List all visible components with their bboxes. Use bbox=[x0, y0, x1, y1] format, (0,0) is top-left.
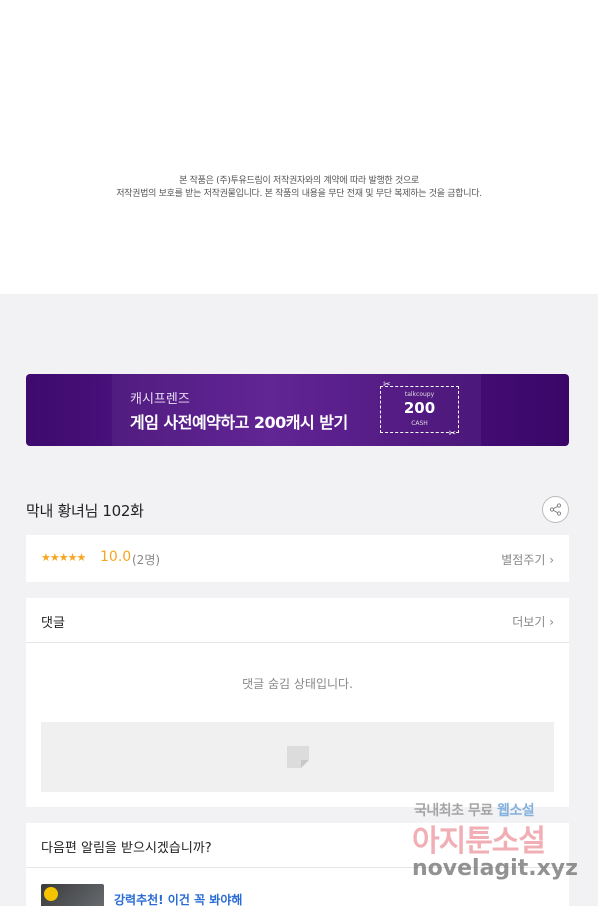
recommend-thumbnail[interactable] bbox=[41, 884, 104, 906]
copyright-notice-area: 본 작품은 (주)투유드림이 저작권자와의 계약에 따라 발행한 것으로 저작권… bbox=[0, 0, 598, 294]
cash-friends-ad-banner[interactable]: 캐시프렌즈 게임 사전예약하고 200캐시 받기 ✂ ✂ talkcoupy 2… bbox=[26, 374, 569, 446]
coupon-unit: CASH bbox=[411, 420, 428, 427]
episode-title: 막내 황녀님 102화 bbox=[26, 502, 144, 520]
next-episode-question: 다음편 알림을 받으시겠습니까? bbox=[41, 841, 212, 856]
copyright-line-1: 본 작품은 (주)투유드림이 저작권자와의 계약에 따라 발행한 것으로 bbox=[179, 176, 419, 186]
rating-card: ★★★★★ 10.0 (2명) 별점주기 › bbox=[26, 535, 569, 582]
comment-header: 댓글 더보기 › bbox=[26, 598, 569, 643]
coupon-brand: talkcoupy bbox=[404, 391, 435, 398]
copyright-line-2: 저작권법의 보호를 받는 저작권물입니다. 본 작품의 내용을 무단 전재 및 … bbox=[116, 189, 482, 199]
ad-placeholder[interactable] bbox=[41, 722, 554, 792]
recommend-link[interactable]: 강력추천! 이건 꼭 봐야해 bbox=[114, 891, 242, 906]
share-button[interactable] bbox=[542, 496, 569, 523]
scissor-icon: ✂ bbox=[448, 429, 456, 439]
banner-title: 게임 사전예약하고 200캐시 받기 bbox=[130, 413, 348, 432]
watermark-line-2: 아지툰소설 bbox=[412, 824, 546, 859]
rating-stars: ★★★★★ bbox=[41, 551, 86, 564]
rate-button[interactable]: 별점주기 › bbox=[501, 551, 554, 568]
rating-score: 10.0 bbox=[100, 549, 132, 565]
comment-more-button[interactable]: 더보기 › bbox=[512, 613, 554, 630]
comment-hidden-message: 댓글 숨김 상태입니다. bbox=[242, 677, 353, 691]
coupon-amount: 200 bbox=[403, 399, 436, 417]
rating-count: (2명) bbox=[132, 553, 161, 567]
share-icon bbox=[549, 503, 562, 516]
banner-brand: 캐시프렌즈 bbox=[130, 392, 190, 407]
ad-placeholder-icon bbox=[287, 746, 309, 768]
watermark-line-3: novelagit.xyz bbox=[412, 856, 578, 881]
scissor-icon: ✂ bbox=[383, 380, 391, 390]
watermark: 국내최초 무료 웹소설 아지툰소설 novelagit.xyz bbox=[410, 798, 585, 890]
copyright-notice: 본 작품은 (주)투유드림이 저작권자와의 계약에 따라 발행한 것으로 저작권… bbox=[0, 175, 598, 201]
coupon-graphic: ✂ ✂ talkcoupy 200 CASH bbox=[380, 380, 459, 439]
clock-icon bbox=[44, 887, 58, 901]
comment-section: 댓글 더보기 › 댓글 숨김 상태입니다. bbox=[26, 598, 569, 807]
comment-title: 댓글 bbox=[41, 616, 65, 631]
